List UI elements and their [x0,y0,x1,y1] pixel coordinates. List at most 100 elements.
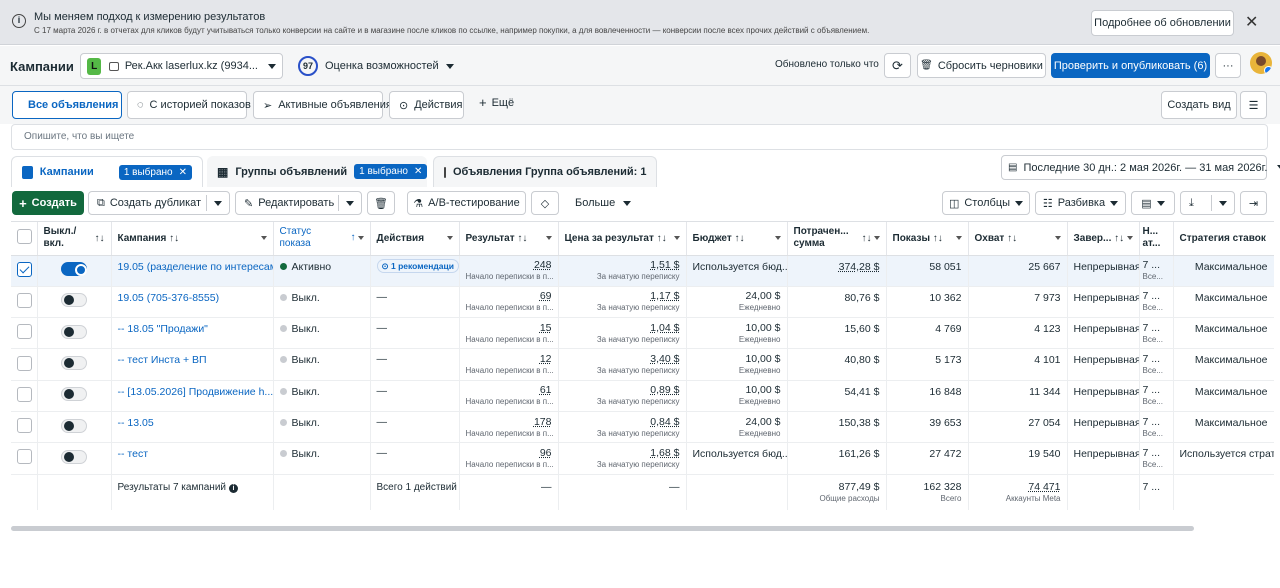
edit-button[interactable]: ✎ Редактировать [235,191,362,215]
campaign-toggle[interactable] [61,387,87,401]
budget-value[interactable]: Используется бюд... [693,261,781,274]
campaign-name-link[interactable]: 19.05 (разделение по интересам) [118,261,274,273]
row-toggle-cell[interactable] [37,411,111,442]
budget-value[interactable]: 10,00 $ [693,353,781,366]
level-tab-adsets[interactable]: ▦ Группы объявлений 1 выбрано ✕ [207,156,427,187]
table-row[interactable]: -- тест Выкл. —96 Начало переписки в п... 1,… [11,443,1274,474]
selected-count-badge[interactable]: 1 выбрано ✕ [119,165,192,180]
tab-actions[interactable]: ⊙ Действия [389,91,464,119]
discard-drafts-button[interactable]: 🗑 Сбросить черновики [917,53,1046,78]
level-tab-campaigns[interactable]: Кампании 1 выбрано ✕ [11,156,203,187]
create-button[interactable]: + Создать [12,191,84,215]
duplicate-button[interactable]: ⧉ Создать дубликат [88,191,230,215]
col-header-budget[interactable]: Бюджет ↑↓ [686,222,787,255]
cost-per-result[interactable]: 0,89 $ [565,384,680,397]
campaign-toggle[interactable] [61,262,87,276]
table-row[interactable]: 19.05 (705-376-8555) Выкл. — 69 Начало переп… [11,286,1274,317]
more-dropdown[interactable]: Больше [575,197,631,209]
col-header-spent[interactable]: Потрачен... сумма ↑↓ [787,222,886,255]
search-input[interactable]: Опишите, что вы ищете [11,124,1268,150]
col-header-campaign[interactable]: Кампания ↑↓ [111,222,273,255]
campaign-toggle[interactable] [61,356,87,370]
row-select-cell[interactable] [11,380,37,411]
tab-with-impressions[interactable]: ◌ С историей показов [127,91,247,119]
reports-button[interactable]: ▤ [1131,191,1175,215]
delete-button[interactable]: 🗑 [367,191,395,215]
account-selector[interactable]: L Рек.Акк laserlux.kz (9934... [80,53,283,79]
select-all-checkbox[interactable] [17,229,32,244]
row-toggle-cell[interactable] [37,443,111,474]
row-checkbox[interactable] [17,449,32,464]
row-checkbox[interactable] [17,418,32,433]
more-options-button[interactable]: ··· [1215,53,1241,78]
close-icon[interactable]: ✕ [179,167,187,178]
col-header-cpr[interactable]: Цена за результат ↑↓ [558,222,686,255]
budget-value[interactable]: 24,00 $ [693,290,781,303]
info-icon[interactable]: i [229,484,238,493]
settings-sliders-button[interactable]: ☰ [1240,91,1267,119]
budget-value[interactable]: 10,00 $ [693,384,781,397]
columns-button[interactable]: ◫ Столбцы [942,191,1030,215]
col-header-strategy[interactable]: Стратегия ставок [1173,222,1274,255]
budget-value[interactable]: Используется бюд... [693,448,781,461]
col-header-result[interactable]: Результат ↑↓ [459,222,558,255]
chevron-down-icon[interactable] [1219,201,1227,206]
tab-active-ads[interactable]: ➢ Активные объявления [253,91,383,119]
create-view-button[interactable]: Создать вид [1161,91,1237,119]
result-value[interactable]: 96 [466,447,552,460]
chevron-down-icon[interactable] [214,201,222,206]
campaign-name-link[interactable]: -- тест [118,448,149,460]
row-select-cell[interactable] [11,318,37,349]
refresh-button[interactable]: ⟳ [884,53,911,78]
table-row[interactable]: -- тест Инста + ВП Выкл. —12 Начало перепис… [11,349,1274,380]
campaign-name-link[interactable]: 19.05 (705-376-8555) [118,292,220,304]
campaign-name-link[interactable]: -- [13.05.2026] Продвижение h... [118,386,274,398]
row-select-cell[interactable] [11,411,37,442]
tag-button[interactable]: ◇ [531,191,559,215]
result-value[interactable]: 248 [466,259,552,272]
table-row[interactable]: -- [13.05.2026] Продвижение h... Выкл. — 61… [11,380,1274,411]
chevron-down-icon[interactable] [346,201,354,206]
result-value[interactable]: 178 [466,416,552,429]
avatar[interactable] [1250,52,1272,74]
cost-per-result[interactable]: 0,84 $ [565,416,680,429]
horizontal-scrollbar[interactable] [11,526,1194,531]
result-value[interactable]: 15 [466,322,552,335]
expand-panel-button[interactable]: ⇥ [1240,191,1267,215]
col-header-status[interactable]: Статус показа ↑ [273,222,370,255]
campaign-name-link[interactable]: -- 18.05 "Продажи" [118,323,208,335]
result-value[interactable]: 69 [466,290,552,303]
breakdown-button[interactable]: ☷ Разбивка [1035,191,1126,215]
budget-value[interactable]: 10,00 $ [693,322,781,335]
review-publish-button[interactable]: Проверить и опубликовать (6) [1051,53,1210,78]
campaign-name-link[interactable]: -- 13.05 [118,417,154,429]
tab-more[interactable]: + Ещё [479,97,514,109]
row-select-cell[interactable] [11,443,37,474]
col-header-end[interactable]: Завер... ↑↓ [1067,222,1139,255]
budget-value[interactable]: 24,00 $ [693,416,781,429]
row-select-cell[interactable] [11,286,37,317]
campaign-toggle[interactable] [61,293,87,307]
close-icon[interactable]: ✕ [1245,12,1258,32]
table-row[interactable]: -- 18.05 "Продажи" Выкл. — 15 Начало перепис… [11,318,1274,349]
close-icon[interactable]: ✕ [414,166,422,177]
select-all-cell[interactable] [11,222,37,255]
row-toggle-cell[interactable] [37,318,111,349]
cost-per-result[interactable]: 1,17 $ [565,290,680,303]
opportunity-score-dropdown[interactable]: Оценка возможностей [325,60,454,72]
row-toggle-cell[interactable] [37,255,111,286]
row-checkbox[interactable] [17,262,32,277]
cost-per-result[interactable]: 1,51 $ [565,259,680,272]
row-toggle-cell[interactable] [37,349,111,380]
campaign-toggle[interactable] [61,419,87,433]
learn-more-button[interactable]: Подробнее об обновлении [1091,10,1234,36]
export-button[interactable]: ⤓ [1180,191,1235,215]
cost-per-result[interactable]: 1,68 $ [565,447,680,460]
campaign-toggle[interactable] [61,325,87,339]
cost-per-result[interactable]: 3,40 $ [565,353,680,366]
row-select-cell[interactable] [11,349,37,380]
campaign-name-link[interactable]: -- тест Инста + ВП [118,354,207,366]
row-checkbox[interactable] [17,387,32,402]
opportunity-score[interactable]: 97 [298,56,318,76]
row-select-cell[interactable] [11,255,37,286]
